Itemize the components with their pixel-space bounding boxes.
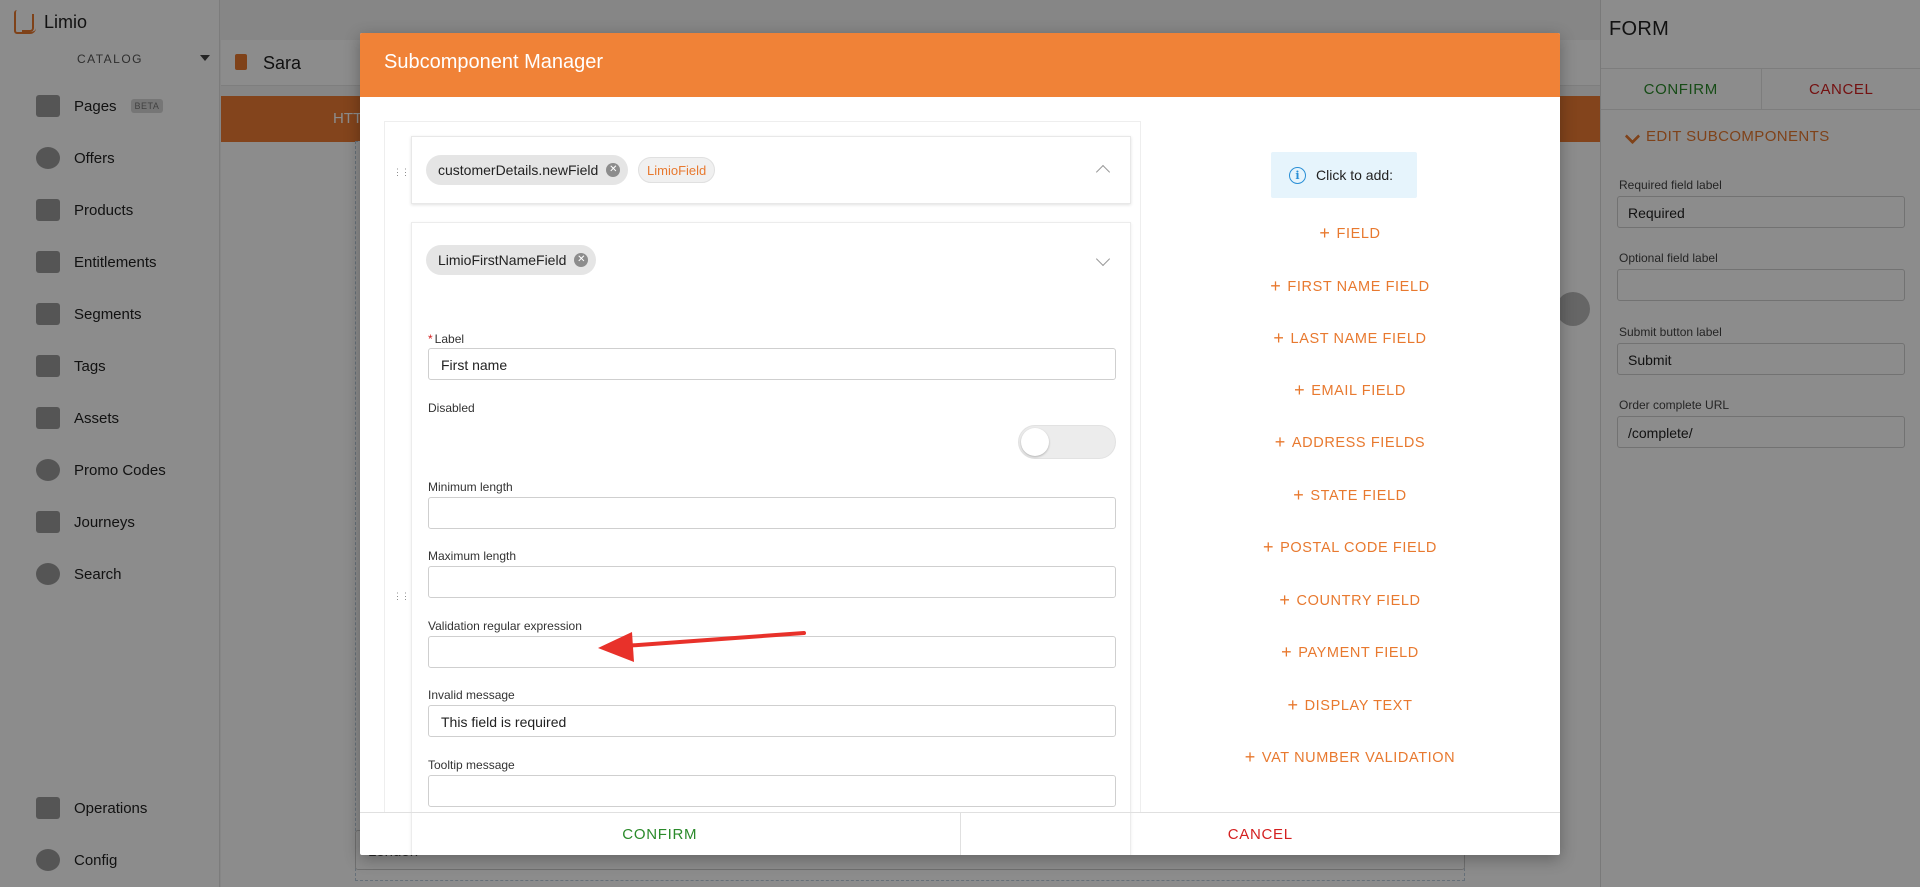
info-text: Click to add: [1316,167,1394,183]
field-chip: customerDetails.newField ✕ [426,155,629,185]
click-to-add-info: i Click to add: [1271,152,1417,198]
min-length-caption: Minimum length [428,480,513,494]
modal-confirm-button[interactable]: CONFIRM [360,813,961,855]
plus-icon: + [1281,642,1293,662]
label-input[interactable]: First name [428,348,1116,380]
subcomponent-list: customerDetails.newField ✕ LimioField Li… [384,121,1141,855]
add-postal-code-field-button[interactable]: + POSTAL CODE FIELD [1141,537,1559,558]
subcomponent-card-firstname: LimioFirstNameField ✕ * Label First name … [411,222,1131,855]
validation-regex-caption: Validation regular expression [428,619,582,633]
min-length-input[interactable] [428,497,1116,529]
add-state-field-button[interactable]: + STATE FIELD [1141,485,1559,506]
plus-icon: + [1273,328,1285,348]
info-icon: i [1289,166,1306,184]
disabled-caption: Disabled [428,401,475,415]
modal-cancel-button[interactable]: CANCEL [961,813,1561,855]
add-subcomponent-panel: i Click to add: + FIELD + FIRST NAME FIELD… [1141,121,1559,812]
add-button-label: STATE FIELD [1310,488,1407,504]
add-button-label: VAT NUMBER VALIDATION [1261,750,1456,766]
invalid-message-caption: Invalid message [428,688,515,702]
label-caption-text: Label [434,332,465,346]
add-first-name-field-button[interactable]: + FIRST NAME FIELD [1141,276,1559,297]
annotation-arrow-icon [598,631,806,662]
disabled-toggle[interactable] [1018,425,1116,459]
add-last-name-field-button[interactable]: + LAST NAME FIELD [1141,328,1559,349]
add-button-label: FIRST NAME FIELD [1287,279,1430,295]
add-payment-field-button[interactable]: + PAYMENT FIELD [1141,642,1559,663]
drag-handle-icon[interactable] [393,167,409,180]
add-button-label: LAST NAME FIELD [1290,331,1427,347]
add-button-label: ADDRESS FIELDS [1291,435,1426,451]
plus-icon: + [1244,747,1256,767]
chip-remove-icon[interactable]: ✕ [574,253,589,267]
subcomponent-card-newfield[interactable]: customerDetails.newField ✕ LimioField [411,136,1131,204]
add-country-field-button[interactable]: + COUNTRY FIELD [1141,590,1559,611]
tooltip-message-input[interactable] [428,775,1116,807]
invalid-message-input[interactable]: This field is required [428,705,1116,737]
drag-handle-icon[interactable] [393,591,409,604]
plus-icon: + [1319,223,1331,243]
add-button-label: POSTAL CODE FIELD [1280,540,1437,556]
modal-header: Subcomponent Manager [360,33,1560,97]
modal-title: Subcomponent Manager [384,51,604,73]
max-length-input[interactable] [428,566,1116,598]
chip-label: customerDetails.newField [438,162,599,178]
chevron-up-icon[interactable] [1095,164,1111,180]
chevron-down-icon[interactable] [1095,251,1111,267]
plus-icon: + [1279,590,1291,610]
plus-icon: + [1270,276,1282,296]
plus-icon: + [1293,485,1305,505]
subcomponent-manager-modal: Subcomponent Manager customerDetails.new… [360,33,1560,855]
field-chip: LimioFirstNameField ✕ [426,245,597,275]
chip-remove-icon[interactable]: ✕ [606,163,621,177]
add-button-label: PAYMENT FIELD [1298,645,1419,661]
add-button-label: FIELD [1336,226,1381,242]
add-button-label: DISPLAY TEXT [1304,698,1413,714]
type-tag: LimioField [638,157,716,183]
add-field-button[interactable]: + FIELD [1141,223,1559,244]
plus-icon: + [1287,695,1299,715]
add-vat-number-validation-button[interactable]: + VAT NUMBER VALIDATION [1141,747,1559,768]
add-address-fields-button[interactable]: + ADDRESS FIELDS [1141,432,1559,453]
required-marker: * [428,332,433,346]
modal-footer: CONFIRM CANCEL [360,812,1560,855]
plus-icon: + [1294,380,1306,400]
add-button-label: COUNTRY FIELD [1296,593,1421,609]
max-length-caption: Maximum length [428,549,517,563]
tooltip-message-caption: Tooltip message [428,758,515,772]
plus-icon: + [1274,432,1286,452]
plus-icon: + [1263,537,1275,557]
toggle-knob [1021,428,1049,456]
add-display-text-button[interactable]: + DISPLAY TEXT [1141,695,1559,716]
add-button-label: EMAIL FIELD [1311,383,1406,399]
add-email-field-button[interactable]: + EMAIL FIELD [1141,380,1559,401]
label-field-caption: * Label [428,332,464,346]
chip-label: LimioFirstNameField [438,252,567,268]
